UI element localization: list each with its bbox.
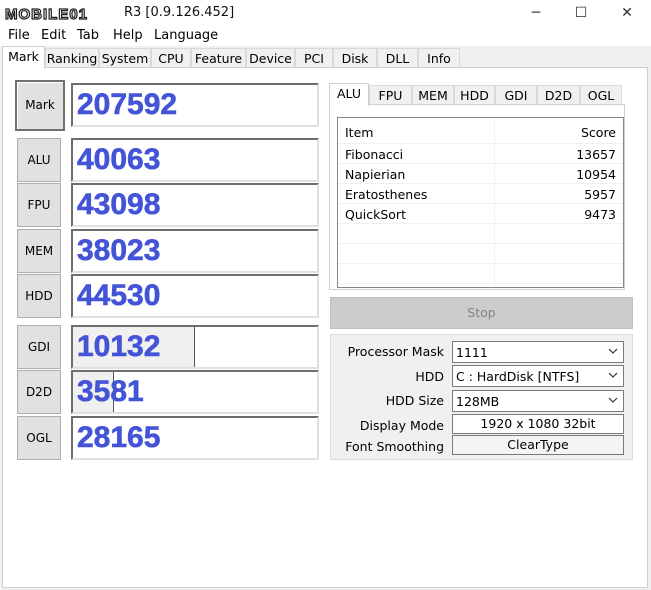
tab-cpu[interactable]: CPU — [151, 48, 191, 68]
list-item[interactable]: Eratosthenes 5957 — [338, 184, 623, 204]
menu-tab[interactable]: Tab — [77, 28, 99, 43]
list-item[interactable]: Fibonacci 13657 — [338, 144, 623, 164]
processor-mask-value: 1111 — [456, 345, 488, 360]
tab-system[interactable]: System — [99, 48, 151, 68]
tab-dll[interactable]: DLL — [377, 48, 418, 68]
mem-button[interactable]: MEM — [17, 229, 61, 273]
item-name: Fibonacci — [345, 147, 404, 162]
tab-mark[interactable]: Mark — [2, 46, 45, 69]
subtab-ogl[interactable]: OGL — [580, 85, 622, 105]
tab-disk[interactable]: Disk — [333, 48, 377, 68]
fpu-score-value: 43098 — [77, 188, 161, 222]
item-name: QuickSort — [345, 207, 406, 222]
item-score: 9473 — [584, 207, 616, 222]
maximize-button[interactable]: ☐ — [558, 0, 604, 26]
menu-help[interactable]: Help — [113, 28, 143, 43]
alu-button[interactable]: ALU — [17, 138, 61, 182]
svg-text:MOBILE01: MOBILE01 — [5, 6, 88, 22]
results-list[interactable]: Item Score Fibonacci 13657 Napierian 109… — [337, 117, 624, 288]
item-score: 10954 — [576, 167, 616, 182]
settings-panel: Processor Mask 1111 HDD C : HardDisk [NT… — [330, 334, 633, 460]
display-mode-field[interactable]: 1920 x 1080 32bit — [452, 414, 624, 434]
fpu-button[interactable]: FPU — [17, 183, 61, 227]
ogl-button[interactable]: OGL — [17, 416, 61, 460]
hdd-score-value: 44530 — [77, 279, 161, 313]
fpu-score-box: 43098 — [71, 183, 319, 227]
empty-row — [338, 244, 623, 264]
chevron-down-icon — [608, 348, 618, 354]
tab-ranking[interactable]: Ranking — [45, 48, 99, 68]
close-button[interactable]: ✕ — [604, 0, 650, 26]
ogl-score-value: 28165 — [77, 421, 161, 455]
list-item[interactable]: Napierian 10954 — [338, 164, 623, 184]
menu-language[interactable]: Language — [154, 28, 218, 43]
item-score: 5957 — [584, 187, 616, 202]
item-name: Napierian — [345, 167, 406, 182]
alu-score-value: 40063 — [77, 143, 161, 177]
column-header-item[interactable]: Item — [345, 125, 373, 140]
list-item[interactable]: QuickSort 9473 — [338, 204, 623, 224]
window-title: R3 [0.9.126.452] — [124, 5, 235, 20]
ogl-score-box: 28165 — [71, 416, 319, 460]
subtab-alu[interactable]: ALU — [329, 83, 369, 106]
hdd-button[interactable]: HDD — [17, 274, 61, 318]
tab-feature[interactable]: Feature — [191, 48, 246, 68]
chevron-down-icon — [608, 372, 618, 378]
mobile01-logo-icon: MOBILE01 — [4, 5, 122, 22]
display-mode-label: Display Mode — [359, 418, 444, 433]
title-bar: MOBILE01 R3 [0.9.126.452] ─ ☐ ✕ — [0, 0, 651, 26]
d2d-button[interactable]: D2D — [17, 370, 61, 414]
subtab-fpu[interactable]: FPU — [369, 85, 412, 105]
processor-mask-select[interactable]: 1111 — [452, 341, 624, 363]
hdd-size-label: HDD Size — [385, 393, 444, 408]
minimize-button[interactable]: ─ — [513, 0, 559, 26]
hdd-score-box: 44530 — [71, 274, 319, 318]
mark-button[interactable]: Mark — [15, 80, 65, 131]
tab-device[interactable]: Device — [246, 48, 295, 68]
hdd-size-select[interactable]: 128MB — [452, 390, 624, 412]
hdd-value: C : HardDisk [NTFS] — [456, 369, 580, 384]
mark-score-value: 207592 — [77, 88, 178, 122]
gdi-score-value: 10132 — [77, 330, 161, 364]
main-tab-strip: Mark Ranking System CPU Feature Device P… — [0, 46, 651, 69]
font-smoothing-label: Font Smoothing — [345, 439, 444, 454]
tab-pci[interactable]: PCI — [295, 48, 333, 68]
tab-info[interactable]: Info — [418, 48, 460, 68]
gdi-button[interactable]: GDI — [17, 325, 61, 369]
empty-row — [338, 264, 623, 284]
subtab-d2d[interactable]: D2D — [537, 85, 580, 105]
item-name: Eratosthenes — [345, 187, 428, 202]
mem-score-value: 38023 — [77, 234, 161, 268]
processor-mask-label: Processor Mask — [347, 344, 444, 359]
sub-tab-strip: ALU FPU MEM HDD GDI D2D OGL — [329, 83, 625, 106]
empty-row — [338, 224, 623, 244]
hdd-select[interactable]: C : HardDisk [NTFS] — [452, 365, 624, 387]
mark-score-box: 207592 — [71, 83, 319, 127]
subtab-hdd[interactable]: HDD — [454, 85, 495, 105]
column-header-score[interactable]: Score — [581, 125, 616, 140]
mem-score-box: 38023 — [71, 229, 319, 273]
gdi-score-box: 10132 — [71, 325, 319, 369]
hdd-label: HDD — [415, 369, 444, 384]
alu-score-box: 40063 — [71, 138, 319, 182]
hdd-size-value: 128MB — [456, 394, 500, 409]
subtab-mem[interactable]: MEM — [412, 85, 454, 105]
d2d-score-box: 3581 — [71, 370, 319, 414]
menu-file[interactable]: File — [8, 28, 30, 43]
d2d-score-value: 3581 — [77, 375, 144, 409]
menu-bar: File Edit Tab Help Language — [0, 26, 651, 46]
list-header: Item Score — [338, 118, 623, 144]
item-score: 13657 — [576, 147, 616, 162]
menu-edit[interactable]: Edit — [41, 28, 66, 43]
font-smoothing-button[interactable]: ClearType — [452, 435, 624, 455]
chevron-down-icon — [608, 397, 618, 403]
stop-button[interactable]: Stop — [330, 297, 633, 329]
subtab-gdi[interactable]: GDI — [495, 85, 537, 105]
